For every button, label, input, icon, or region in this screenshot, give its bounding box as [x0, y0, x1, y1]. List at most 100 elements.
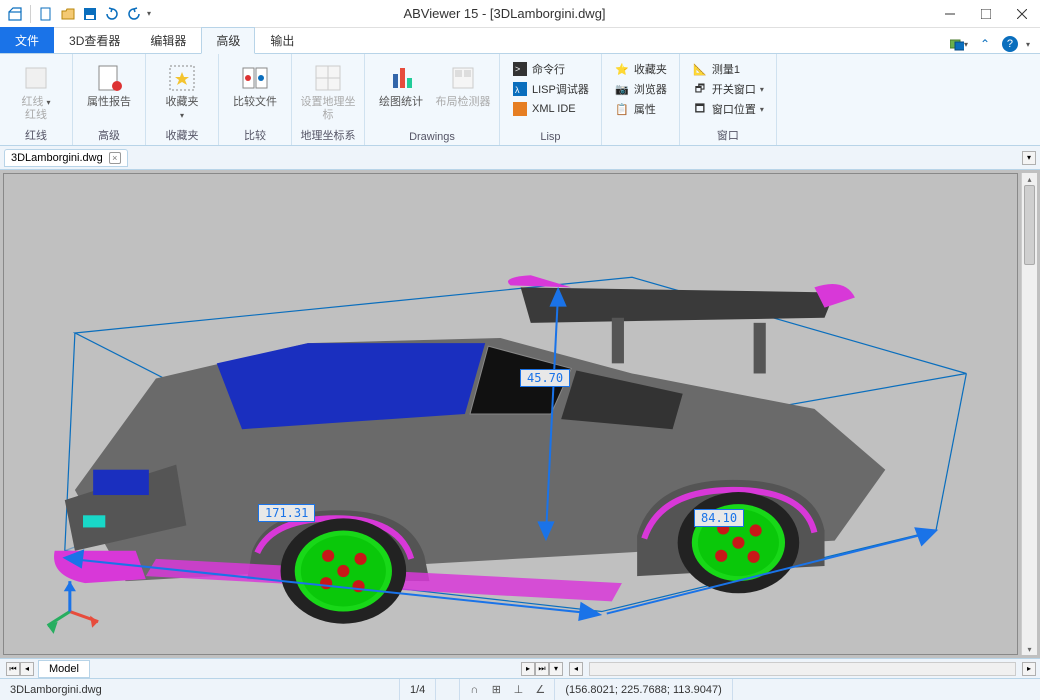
separator — [30, 5, 31, 23]
group-label: 比较 — [227, 125, 283, 143]
doctab-menu-icon[interactable]: ▾ — [1022, 151, 1036, 165]
ribbon-group-lisp: >命令行 λLISP调试器 XML IDE Lisp — [500, 54, 602, 145]
new-icon[interactable] — [37, 5, 55, 23]
terminal-icon: > — [512, 61, 528, 77]
status-filename: 3DLamborgini.dwg — [0, 679, 400, 700]
undo-icon[interactable] — [103, 5, 121, 23]
collapse-ribbon-icon[interactable]: ⌃ — [976, 35, 994, 53]
sheet-menu-icon[interactable]: ▾ — [549, 662, 563, 676]
svg-text:>: > — [515, 64, 520, 74]
quick-access-toolbar: ▾ — [0, 5, 157, 23]
title-bar: ▾ ABViewer 15 - [3DLamborgini.dwg] — [0, 0, 1040, 28]
hscroll-right-icon[interactable]: ▸ — [1022, 662, 1036, 676]
horizontal-scrollbar[interactable] — [589, 662, 1016, 676]
sheet-prev-icon[interactable]: ◂ — [20, 662, 34, 676]
xml-icon — [512, 101, 528, 117]
document-tab[interactable]: 3DLamborgini.dwg × — [4, 149, 128, 167]
close-tab-icon[interactable]: × — [109, 152, 121, 164]
tab-editor[interactable]: 编辑器 — [135, 27, 201, 53]
fav-panel-button[interactable]: ⭐收藏夹 — [610, 60, 671, 78]
svg-text:λ: λ — [515, 85, 520, 95]
sheet-tab-bar: ⏮ ◂ Model ▸ ⏭ ▾ ◂ ▸ — [0, 658, 1040, 678]
sheet-next-icon[interactable]: ▸ — [521, 662, 535, 676]
qat-dropdown-icon[interactable]: ▾ — [147, 9, 151, 18]
stats-icon — [385, 62, 417, 94]
redo-icon[interactable] — [125, 5, 143, 23]
ortho-icon[interactable]: ⊥ — [510, 682, 526, 698]
lisp-debugger-button[interactable]: λLISP调试器 — [508, 80, 593, 98]
close-button[interactable] — [1004, 0, 1040, 28]
group-label: Drawings — [373, 129, 491, 143]
scroll-down-icon[interactable]: ▾ — [1022, 643, 1037, 655]
group-label: 红线 — [8, 125, 64, 143]
favorites-icon — [166, 62, 198, 94]
3d-canvas[interactable]: 171.31 45.70 84.10 — [3, 173, 1018, 655]
compare-icon — [239, 62, 271, 94]
xml-ide-button[interactable]: XML IDE — [508, 100, 593, 118]
redline-icon — [20, 62, 52, 94]
props-icon: 📋 — [614, 101, 630, 117]
scroll-up-icon[interactable]: ▴ — [1022, 173, 1037, 185]
status-bar: 3DLamborgini.dwg 1/4 ∩ ⊞ ⊥ ∠ (156.8021; … — [0, 678, 1040, 700]
redline-button[interactable]: 红线 ▾红线 — [8, 58, 64, 122]
ribbon-group-window2: 📐测量1 🗗开关窗口 ▾ 🗖窗口位置 ▾ 窗口 — [680, 54, 777, 145]
hscroll-left-icon[interactable]: ◂ — [569, 662, 583, 676]
tab-output[interactable]: 输出 — [255, 27, 309, 53]
grid-icon[interactable]: ⊞ — [488, 682, 504, 698]
snap-icon[interactable]: ∩ — [466, 682, 482, 698]
model-svg — [4, 174, 1017, 654]
status-coords: (156.8021; 225.7688; 113.9047) — [555, 679, 732, 700]
dimension-height: 45.70 — [520, 369, 570, 387]
drawing-stats-button[interactable]: 绘图统计 — [373, 58, 429, 109]
group-label — [610, 129, 671, 143]
windows-icon: 🗗 — [692, 81, 708, 97]
sheet-last-icon[interactable]: ⏭ — [535, 662, 549, 676]
sheet-first-icon[interactable]: ⏮ — [6, 662, 20, 676]
scroll-thumb[interactable] — [1024, 185, 1035, 265]
vertical-scrollbar[interactable]: ▴ ▾ — [1021, 173, 1037, 655]
ribbon-group-geo: 设置地理坐标 地理坐标系 — [292, 54, 365, 145]
favorites-button[interactable]: 收藏夹▾ — [154, 58, 210, 122]
geo-icon — [312, 62, 344, 94]
geo-coords-button[interactable]: 设置地理坐标 — [300, 58, 356, 122]
help-icon[interactable]: ? — [1002, 36, 1018, 52]
report-icon — [93, 62, 125, 94]
status-blank — [436, 679, 460, 700]
help-dropdown-icon[interactable]: ▾ — [1026, 40, 1030, 49]
group-label: 高级 — [81, 125, 137, 143]
sheet-tab-model[interactable]: Model — [38, 660, 90, 678]
angle-icon[interactable]: ∠ — [532, 682, 548, 698]
document-tab-bar: 3DLamborgini.dwg × ▾ — [0, 146, 1040, 170]
measure-button[interactable]: 📐测量1 — [688, 60, 768, 78]
ribbon-tabstrip: 文件 3D查看器 编辑器 高级 输出 ▾ ⌃ ? ▾ — [0, 28, 1040, 54]
group-label: Lisp — [508, 129, 593, 143]
ribbon-group-compare: 比较文件 比较 — [219, 54, 292, 145]
window-controls — [932, 0, 1040, 28]
minimize-button[interactable] — [932, 0, 968, 28]
window-position-button[interactable]: 🗖窗口位置 ▾ — [688, 100, 768, 118]
switch-window-button[interactable]: 🗗开关窗口 ▾ — [688, 80, 768, 98]
folders-icon[interactable]: ▾ — [950, 35, 968, 53]
commandline-button[interactable]: >命令行 — [508, 60, 593, 78]
app-icon[interactable] — [6, 5, 24, 23]
viewport-area: 171.31 45.70 84.10 ▴ ▾ — [0, 170, 1040, 658]
save-icon[interactable] — [81, 5, 99, 23]
tab-3dviewer[interactable]: 3D查看器 — [54, 27, 135, 53]
group-label: 窗口 — [688, 125, 768, 143]
maximize-button[interactable] — [968, 0, 1004, 28]
dimension-width: 84.10 — [694, 509, 744, 527]
properties-button[interactable]: 📋属性 — [610, 100, 671, 118]
property-report-button[interactable]: 属性报告 — [81, 58, 137, 109]
group-label: 收藏夹 — [154, 125, 210, 143]
ribbon: 红线 ▾红线 红线 属性报告 高级 收藏夹▾ 收藏夹 比较文件 — [0, 54, 1040, 146]
ribbon-group-favorites: 收藏夹▾ 收藏夹 — [146, 54, 219, 145]
browser-button[interactable]: 📷浏览器 — [610, 80, 671, 98]
tab-advanced[interactable]: 高级 — [201, 27, 255, 54]
status-page: 1/4 — [400, 679, 436, 700]
open-icon[interactable] — [59, 5, 77, 23]
compare-files-button[interactable]: 比较文件 — [227, 58, 283, 109]
layout-detector-button[interactable]: 布局检测器 — [435, 58, 491, 109]
layout-icon — [447, 62, 479, 94]
tab-file[interactable]: 文件 — [0, 27, 54, 53]
ribbon-group-window1: ⭐收藏夹 📷浏览器 📋属性 — [602, 54, 680, 145]
